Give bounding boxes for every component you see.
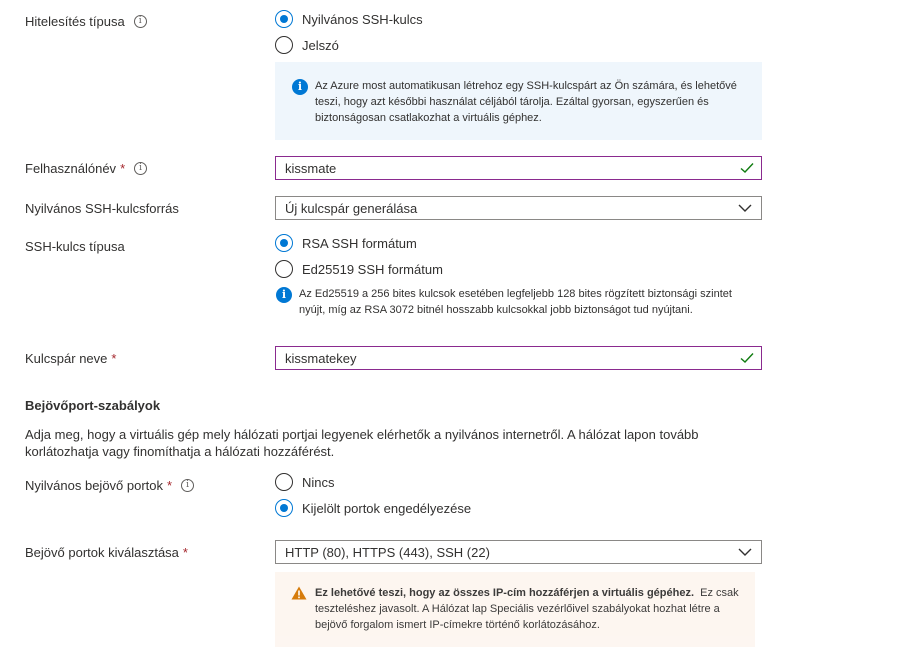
select-ports-label: Bejövő portok kiválasztása *	[25, 545, 188, 560]
radio-button-checked[interactable]	[275, 499, 293, 517]
section-heading: Bejövőport-szabályok	[25, 398, 161, 413]
public-ports-label: Nyilvános bejövő portok * i	[25, 478, 195, 493]
radio-button-checked[interactable]	[275, 10, 293, 28]
info-icon[interactable]: i	[133, 15, 147, 28]
radio-button[interactable]	[275, 260, 293, 278]
radio-label: RSA SSH formátum	[302, 235, 417, 251]
key-source-label-text: Nyilvános SSH-kulcsforrás	[25, 201, 179, 216]
radio-password[interactable]: Jelszó	[275, 36, 339, 54]
public-ports-label-text: Nyilvános bejövő portok	[25, 478, 164, 493]
required-mark: *	[182, 545, 188, 560]
username-input[interactable]: kissmate	[275, 156, 762, 180]
auth-type-label: Hitelesítés típusa i	[25, 14, 147, 29]
required-mark: *	[111, 351, 117, 366]
radio-allow-selected[interactable]: Kijelölt portok engedélyezése	[275, 499, 471, 517]
radio-rsa[interactable]: RSA SSH formátum	[275, 234, 417, 252]
key-name-label: Kulcspár neve *	[25, 351, 116, 366]
chevron-down-icon	[738, 204, 752, 212]
inbound-ports-value: HTTP (80), HTTPS (443), SSH (22)	[285, 544, 490, 560]
ssh-info-box: i Az Azure most automatikusan létrehoz e…	[275, 62, 762, 140]
required-mark: *	[120, 161, 126, 176]
radio-button[interactable]	[275, 473, 293, 491]
key-type-info: Az Ed25519 a 256 bites kulcsok esetében …	[299, 288, 732, 316]
warning-box: Ez lehetővé teszi, hogy az összes IP-cím…	[275, 572, 755, 647]
key-source-select[interactable]: Új kulcspár generálása	[275, 196, 762, 220]
section-description: Adja meg, hogy a virtuális gép mely háló…	[25, 427, 699, 459]
radio-button-checked[interactable]	[275, 234, 293, 252]
warning-message: Ez lehetővé teszi, hogy az összes IP-cím…	[315, 585, 745, 633]
key-source-label: Nyilvános SSH-kulcsforrás	[25, 201, 179, 216]
key-name-label-text: Kulcspár neve	[25, 351, 108, 366]
warning-bold-text: Ez lehetővé teszi, hogy az összes IP-cím…	[315, 587, 695, 599]
radio-label: Nyilvános SSH-kulcs	[302, 11, 423, 27]
select-ports-label-text: Bejövő portok kiválasztása	[25, 545, 179, 560]
username-value: kissmate	[285, 160, 337, 176]
info-icon[interactable]: i	[181, 479, 195, 492]
info-message: Az Azure most automatikusan létrehoz egy…	[315, 80, 737, 124]
required-mark: *	[167, 478, 173, 493]
username-label: Felhasználónév * i	[25, 161, 148, 176]
radio-label: Ed25519 SSH formátum	[302, 261, 443, 277]
key-source-value: Új kulcspár generálása	[285, 200, 418, 216]
info-filled-icon: i	[276, 287, 292, 303]
key-type-label: SSH-kulcs típusa	[25, 239, 125, 254]
radio-label: Nincs	[302, 474, 335, 490]
key-type-label-text: SSH-kulcs típusa	[25, 239, 125, 254]
radio-ed25519[interactable]: Ed25519 SSH formátum	[275, 260, 443, 278]
radio-ssh-key[interactable]: Nyilvános SSH-kulcs	[275, 10, 423, 28]
key-name-value: kissmatekey	[285, 350, 357, 366]
info-filled-icon: i	[292, 79, 308, 95]
inbound-ports-select[interactable]: HTTP (80), HTTPS (443), SSH (22)	[275, 540, 762, 564]
radio-button[interactable]	[275, 36, 293, 54]
key-name-input[interactable]: kissmatekey	[275, 346, 762, 370]
username-label-text: Felhasználónév	[25, 161, 117, 176]
auth-type-label-text: Hitelesítés típusa	[25, 14, 125, 29]
valid-check-icon	[740, 353, 754, 363]
info-icon[interactable]: i	[134, 162, 148, 175]
radio-none[interactable]: Nincs	[275, 473, 335, 491]
radio-label: Kijelölt portok engedélyezése	[302, 500, 472, 516]
warning-icon	[291, 586, 307, 600]
chevron-down-icon	[738, 548, 752, 556]
radio-label: Jelszó	[302, 37, 339, 53]
valid-check-icon	[740, 163, 754, 173]
